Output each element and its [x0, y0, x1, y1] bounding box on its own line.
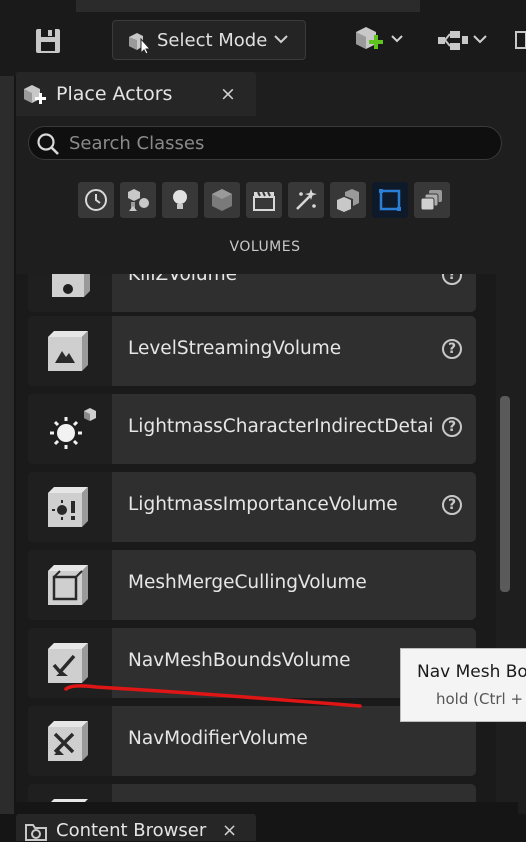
nav-modifier-icon	[48, 721, 88, 761]
search-icon	[37, 133, 59, 155]
category-all-classes[interactable]	[414, 182, 450, 218]
help-icon[interactable]: ?	[442, 274, 462, 285]
item-name: LightmassImportanceVolume	[128, 494, 398, 515]
category-geometry[interactable]	[330, 182, 366, 218]
nav-mesh-bounds-icon	[48, 643, 88, 683]
visual-effects-icon	[296, 189, 317, 210]
item-thumbnail	[28, 394, 112, 464]
lights-icon	[173, 190, 187, 209]
red-underline-annotation	[64, 684, 362, 708]
category-shapes[interactable]	[204, 182, 240, 218]
item-tooltip: Nav Mesh Bou hold (Ctrl + A	[400, 648, 526, 722]
add-content-button[interactable]	[352, 24, 408, 60]
place-actors-title: Place Actors	[56, 83, 173, 105]
select-mode-dropdown[interactable]: Select Mode	[112, 20, 306, 60]
tooltip-hint: hold (Ctrl + A	[436, 690, 526, 708]
lightmass-character-icon	[50, 408, 96, 449]
category-recent[interactable]	[78, 182, 114, 218]
lightmass-importance-icon	[48, 487, 88, 527]
toolbar-top-strip	[76, 0, 420, 12]
item-thumbnail	[28, 274, 112, 312]
all-classes-icon	[420, 190, 442, 211]
help-icon[interactable]: ?	[442, 417, 462, 437]
content-browser-tab[interactable]: Content Browser ×	[16, 814, 256, 841]
level-streaming-volume-icon	[48, 331, 88, 371]
search-classes-field[interactable]	[28, 126, 502, 160]
geometry-icon	[337, 189, 359, 212]
item-name: NavModifierVolume	[128, 728, 308, 749]
item-thumbnail	[28, 550, 112, 620]
item-name: LevelStreamingVolume	[128, 338, 342, 359]
category-lights[interactable]	[162, 182, 198, 218]
basic-shapes-icon	[128, 189, 149, 211]
list-item[interactable]	[28, 784, 476, 802]
add-actor-icon	[356, 27, 403, 49]
content-browser-title: Content Browser	[56, 820, 207, 841]
recent-clock-icon	[85, 189, 107, 211]
shapes-cube-icon	[212, 189, 232, 211]
category-visual-effects[interactable]	[288, 182, 324, 218]
kill-volume-icon	[52, 274, 90, 297]
search-classes-input[interactable]	[69, 131, 469, 155]
save-button[interactable]	[32, 26, 64, 56]
help-icon[interactable]: ?	[442, 339, 462, 359]
list-item[interactable]: KillZVolume ?	[28, 274, 476, 312]
item-name: KillZVolume	[128, 274, 238, 285]
select-mode-label: Select Mode	[157, 30, 268, 51]
mesh-merge-culling-icon	[48, 565, 88, 605]
cursor-cube-icon	[129, 33, 152, 55]
toolbar-overflow-button[interactable]	[514, 28, 526, 56]
list-item[interactable]: LightmassCharacterIndirectDetailVolume ?	[28, 394, 476, 464]
list-item[interactable]: LightmassImportanceVolume ?	[28, 472, 476, 542]
category-cinematic[interactable]	[246, 182, 282, 218]
category-volumes[interactable]	[372, 182, 408, 218]
category-title: VOLUMES	[229, 239, 301, 255]
blueprint-icon	[438, 31, 487, 50]
cinematics-icon	[515, 31, 526, 49]
item-thumbnail	[28, 706, 112, 776]
item-name: LightmassCharacterIndirectDetailVolume	[128, 416, 433, 437]
save-icon	[36, 29, 60, 53]
list-scrollbar[interactable]	[500, 396, 510, 592]
volumes-icon	[379, 189, 401, 211]
help-icon[interactable]: ?	[442, 495, 462, 515]
item-thumbnail	[28, 472, 112, 542]
item-name: MeshMergeCullingVolume	[128, 572, 367, 593]
content-browser-icon	[25, 824, 47, 841]
item-name: NavMeshBoundsVolume	[128, 650, 351, 671]
chevron-down-icon	[274, 35, 288, 44]
place-actors-icon	[24, 85, 46, 104]
list-item[interactable]: LevelStreamingVolume ?	[28, 316, 476, 386]
close-tab-button[interactable]: ×	[220, 83, 236, 105]
close-content-browser-button[interactable]: ×	[222, 820, 237, 841]
item-thumbnail	[28, 784, 112, 802]
item-thumbnail	[28, 316, 112, 386]
tooltip-title: Nav Mesh Bou	[417, 662, 526, 682]
viewport-edge	[0, 76, 14, 816]
list-item[interactable]: MeshMergeCullingVolume	[28, 550, 476, 620]
volume-icon	[51, 799, 88, 802]
actor-list: KillZVolume ? LevelStreamingVolume ? Lig…	[16, 274, 496, 802]
place-actors-tab[interactable]: Place Actors ×	[16, 72, 256, 116]
cinematic-clapper-icon	[253, 191, 275, 211]
blueprints-button[interactable]	[436, 26, 492, 60]
category-basic[interactable]	[120, 182, 156, 218]
